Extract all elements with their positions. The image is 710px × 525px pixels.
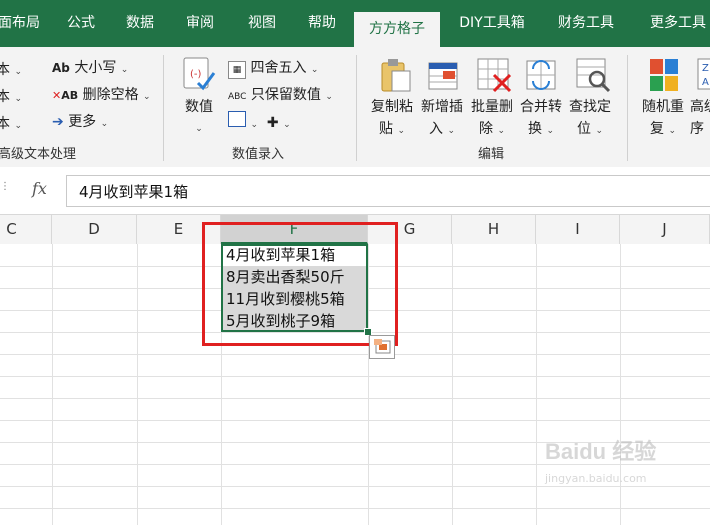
insert-tools[interactable]: ⌄ ✚ ⌄ bbox=[228, 111, 291, 131]
tab-formulas[interactable]: 公式 bbox=[55, 0, 107, 47]
insert-icon bbox=[427, 57, 461, 97]
formula-input[interactable]: 4月收到苹果1箱 bbox=[66, 175, 710, 207]
sheet-grid[interactable]: 4月收到苹果1箱 8月卖出香梨50斤 11月收到樱桃5箱 5月收到桃子9箱 Ba… bbox=[0, 222, 710, 525]
fx-icon[interactable]: fx bbox=[32, 179, 47, 198]
group-label-edit: 编辑 bbox=[478, 147, 505, 162]
ribbon: 本 ⌄ 本 ⌄ 本 ⌄ Ab 大小写 ⌄ ✕AB 删除空格 ⌄ ➔ 更多 ⌄ 高… bbox=[0, 47, 710, 168]
group-label-number: 数值录入 bbox=[232, 147, 285, 162]
watermark: Baidu 经验 jingyan.baidu.com bbox=[545, 434, 705, 504]
delete-space-button[interactable]: ✕AB 删除空格 ⌄ bbox=[52, 84, 151, 104]
case-icon: Ab bbox=[52, 61, 70, 75]
tab-diy-toolbox[interactable]: DIY工具箱 bbox=[450, 0, 534, 47]
arrow-right-icon: ➔ bbox=[52, 114, 64, 130]
grid-line bbox=[0, 398, 710, 399]
advanced-sort-button[interactable]: 高级序 bbox=[690, 96, 710, 140]
text-tool-1[interactable]: 本 ⌄ bbox=[0, 59, 22, 79]
chevron-down-icon[interactable]: ⋮ bbox=[0, 181, 10, 192]
grid-line bbox=[0, 376, 710, 377]
sort-icon: ZA bbox=[696, 57, 710, 97]
svg-text:(-): (-) bbox=[190, 69, 202, 80]
grid-line bbox=[536, 244, 537, 525]
ribbon-separator bbox=[163, 55, 164, 161]
copy-paste-icon bbox=[378, 57, 412, 97]
find-locate-button[interactable]: 查找定位 ⌄ bbox=[566, 96, 614, 142]
keep-value-button[interactable]: ABC 只保留数值 ⌄ bbox=[228, 84, 333, 104]
random-repeat-button[interactable]: 随机重复 ⌄ bbox=[638, 96, 688, 142]
copy-paste-button[interactable]: 复制粘贴 ⌄ bbox=[368, 96, 416, 142]
random-repeat-icon bbox=[648, 57, 680, 97]
tab-review[interactable]: 审阅 bbox=[174, 0, 226, 47]
value-icon: (-) bbox=[182, 57, 216, 93]
group-label-text: 高级文本处理 bbox=[0, 147, 77, 162]
merge-convert-button[interactable]: 合并转换 ⌄ bbox=[517, 96, 565, 142]
tab-fangfang-gezi[interactable]: 方方格子 bbox=[354, 12, 440, 47]
tab-finance-tools[interactable]: 财务工具 bbox=[550, 0, 622, 47]
value-button[interactable]: 数值 ⌄ bbox=[178, 96, 220, 140]
svg-text:Z: Z bbox=[702, 63, 709, 74]
column-header-i[interactable]: I bbox=[536, 215, 620, 244]
tab-page-layout[interactable]: 面布局 bbox=[0, 0, 40, 47]
quick-analysis-icon[interactable] bbox=[369, 335, 395, 359]
column-header-d[interactable]: D bbox=[52, 215, 137, 244]
watermark-url: jingyan.baidu.com bbox=[545, 472, 647, 485]
grid-line bbox=[52, 244, 53, 525]
highlight-box bbox=[202, 222, 398, 346]
formula-bar: ⋮ fx 4月收到苹果1箱 bbox=[0, 167, 710, 214]
edit-box-icon[interactable] bbox=[228, 111, 246, 127]
grid-line bbox=[0, 354, 710, 355]
column-header-j[interactable]: J bbox=[620, 215, 710, 244]
more-button[interactable]: ➔ 更多 ⌄ bbox=[52, 111, 108, 131]
merge-convert-icon bbox=[525, 57, 559, 97]
find-locate-icon bbox=[575, 57, 611, 97]
ribbon-separator bbox=[356, 55, 357, 161]
insert-button[interactable]: 新增插入 ⌄ bbox=[418, 96, 466, 142]
abc-icon: ABC bbox=[228, 92, 247, 102]
case-button[interactable]: Ab 大小写 ⌄ bbox=[52, 57, 128, 77]
text-tool-2[interactable]: 本 ⌄ bbox=[0, 86, 22, 106]
column-header-c[interactable]: C bbox=[0, 215, 52, 244]
batch-delete-icon bbox=[476, 57, 512, 97]
ribbon-separator bbox=[627, 55, 628, 161]
text-tool-3[interactable]: 本 ⌄ bbox=[0, 113, 22, 133]
grid-line bbox=[0, 420, 710, 421]
batch-delete-button[interactable]: 批量删除 ⌄ bbox=[468, 96, 516, 142]
plus-icon[interactable]: ✚ bbox=[267, 115, 279, 131]
tab-view[interactable]: 视图 bbox=[236, 0, 288, 47]
grid-line bbox=[137, 244, 138, 525]
tab-more-tools[interactable]: 更多工具 bbox=[640, 0, 710, 47]
tab-help[interactable]: 帮助 bbox=[296, 0, 348, 47]
column-header-h[interactable]: H bbox=[452, 215, 536, 244]
grid-line bbox=[0, 508, 710, 509]
grid-line bbox=[452, 244, 453, 525]
round-icon: ▦ bbox=[228, 61, 246, 79]
round-button[interactable]: ▦ 四舍五入 ⌄ bbox=[228, 57, 318, 79]
ribbon-tab-bar: 面布局 公式 数据 审阅 视图 帮助 方方格子 DIY工具箱 财务工具 更多工具 bbox=[0, 0, 710, 47]
baidu-logo-text: Baidu 经验 bbox=[545, 439, 657, 464]
tab-data[interactable]: 数据 bbox=[114, 0, 166, 47]
svg-text:A: A bbox=[702, 77, 709, 88]
delete-space-icon: ✕AB bbox=[52, 89, 79, 102]
